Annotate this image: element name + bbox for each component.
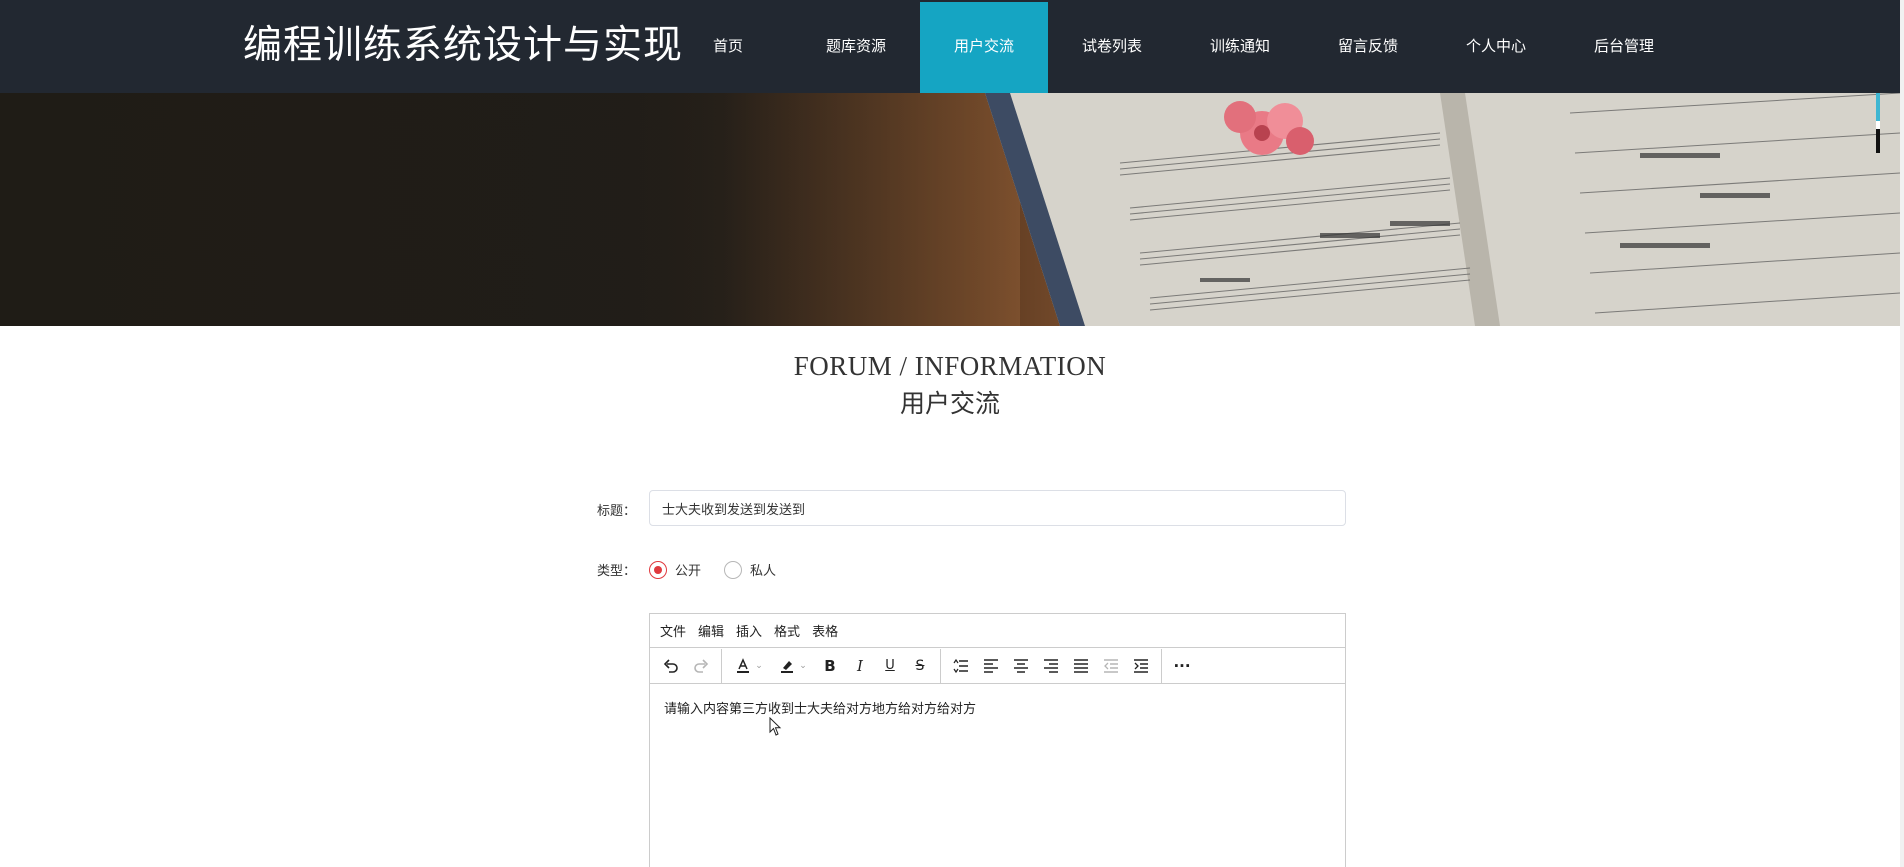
radio-private-circle[interactable] (724, 560, 742, 579)
editor-content[interactable]: 请输入内容第三方收到士大夫给对方地方给对方给对方 (650, 684, 1345, 731)
menu-table[interactable]: 表格 (812, 621, 838, 640)
title-label: 标题： (597, 504, 637, 519)
toolbar-divider (721, 648, 722, 683)
align-justify-icon[interactable] (1066, 651, 1096, 681)
strikethrough-icon[interactable]: S (905, 651, 935, 681)
sheet-music-illustration (600, 93, 1900, 326)
nav-item-forum[interactable]: 用户交流 (920, 2, 1048, 93)
radio-public-label: 公开 (675, 564, 702, 579)
nav-item-admin[interactable]: 后台管理 (1560, 2, 1688, 93)
radio-public[interactable]: 公开 (649, 560, 701, 579)
more-options-icon[interactable]: ··· (1167, 651, 1197, 681)
bold-icon[interactable]: B (815, 651, 845, 681)
align-center-icon[interactable] (1006, 651, 1036, 681)
banner-image (0, 93, 1900, 326)
vertical-scrollbar[interactable] (1900, 0, 1904, 867)
mouse-pointer-icon (769, 717, 782, 736)
undo-icon[interactable] (656, 651, 686, 681)
highlight-color-button[interactable]: ⌄ (771, 651, 815, 681)
title-input[interactable] (649, 490, 1346, 526)
toolbar-divider (1161, 648, 1162, 683)
banner-indicator (1876, 93, 1880, 153)
nav-item-feedback[interactable]: 留言反馈 (1304, 2, 1432, 93)
chevron-down-icon: ⌄ (799, 660, 807, 671)
editor-menubar: 文件 编辑 插入 格式 表格 (650, 614, 1345, 648)
align-left-icon[interactable] (976, 651, 1006, 681)
highlighter-icon (781, 660, 794, 673)
page-heading-english: FORUM / INFORMATION (793, 351, 1107, 381)
radio-public-circle[interactable] (649, 560, 667, 579)
italic-icon[interactable]: I (845, 651, 875, 681)
editor-toolbar: ⌄ ⌄ B I U S ··· (650, 648, 1345, 684)
radio-private[interactable]: 私人 (724, 560, 776, 579)
underline-icon[interactable]: U (875, 651, 905, 681)
indent-icon[interactable] (1126, 651, 1156, 681)
site-title: 编程训练系统设计与实现 (243, 23, 684, 68)
nav-item-home[interactable]: 首页 (664, 2, 792, 93)
align-right-icon[interactable] (1036, 651, 1066, 681)
menu-file[interactable]: 文件 (660, 621, 686, 640)
line-height-icon[interactable] (946, 651, 976, 681)
main-nav: 首页 题库资源 用户交流 试卷列表 训练通知 留言反馈 个人中心 后台管理 (664, 2, 1688, 93)
text-color-icon (737, 657, 750, 673)
nav-item-personal-center[interactable]: 个人中心 (1432, 2, 1560, 93)
text-color-button[interactable]: ⌄ (727, 651, 771, 681)
top-navigation-bar: 编程训练系统设计与实现 首页 题库资源 用户交流 试卷列表 训练通知 留言反馈 … (0, 0, 1900, 93)
toolbar-divider (940, 648, 941, 683)
menu-edit[interactable]: 编辑 (698, 621, 724, 640)
nav-item-exam-list[interactable]: 试卷列表 (1048, 2, 1176, 93)
menu-format[interactable]: 格式 (774, 621, 800, 640)
menu-insert[interactable]: 插入 (736, 621, 762, 640)
chevron-down-icon: ⌄ (755, 660, 763, 671)
outdent-icon[interactable] (1096, 651, 1126, 681)
redo-icon[interactable] (686, 651, 716, 681)
nav-item-question-bank[interactable]: 题库资源 (792, 2, 920, 93)
page-heading-chinese: 用户交流 (899, 389, 1000, 418)
radio-private-label: 私人 (750, 564, 777, 579)
rich-text-editor: 文件 编辑 插入 格式 表格 ⌄ ⌄ B I U S ··· 请输入内容第三方收… (649, 613, 1346, 867)
nav-item-training-notices[interactable]: 训练通知 (1176, 2, 1304, 93)
type-label: 类型： (597, 564, 637, 579)
